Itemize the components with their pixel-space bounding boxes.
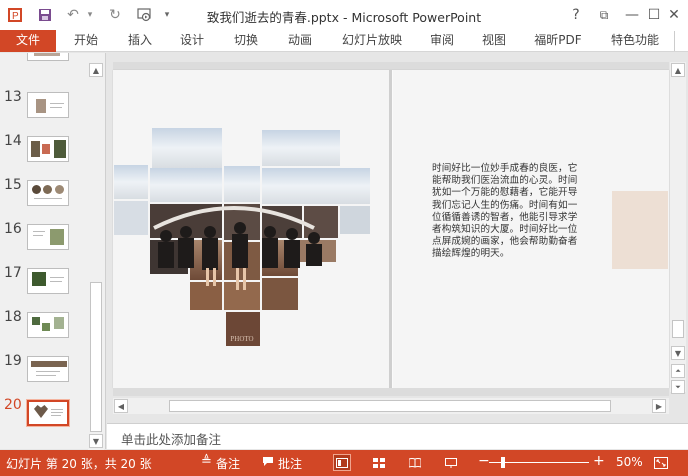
title-bar: P ↶ ▾ ↻ ▾ 致我们逝去的青春.pptx - Microsoft Powe… [0,0,688,30]
slide-number: 15 [4,177,22,193]
slide-thumbnail-18[interactable] [27,312,69,338]
slide-bottom-strip [113,388,669,396]
editor-hscroll-thumb[interactable] [169,400,611,412]
ribbon-tabs: 文件 开始 插入 设计 切换 动画 幻灯片放映 审阅 视图 福昕PDF 特色功能 [0,30,688,52]
save-icon[interactable] [32,0,58,30]
status-bar: 幻灯片 第 20 张，共 20 张 ≜ 备注 批注 − + 50% [0,450,688,476]
heart-photo-collage[interactable]: PHOTO [114,128,372,346]
editor-horizontal-scrollbar[interactable]: ◀ ▶ [113,398,669,414]
undo-dropdown-icon[interactable]: ▾ [84,0,96,30]
next-slide-icon[interactable]: ⏷ [671,380,685,394]
slide-sorter-view-icon[interactable] [370,454,388,471]
thumbnail-scrollbar[interactable]: ▲ ▼ [88,62,104,450]
scroll-up-icon[interactable]: ▲ [671,63,685,77]
tab-view[interactable]: 视图 [474,30,514,52]
slide-thumbnail-13[interactable] [27,92,69,118]
undo-icon[interactable]: ↶ [62,0,84,30]
slide-number: 17 [4,265,22,281]
tab-file[interactable]: 文件 [0,30,56,52]
help-icon[interactable]: ? [562,0,590,30]
fit-to-window-icon[interactable] [652,454,670,471]
tab-review[interactable]: 审阅 [422,30,462,52]
scroll-down-icon[interactable]: ▼ [89,434,103,448]
slide-number: 19 [4,353,22,369]
editor-vertical-scrollbar[interactable]: ▲ ▼ ⏶ ⏷ [670,62,686,394]
editor-vscroll-thumb[interactable] [672,320,684,338]
tab-transitions[interactable]: 切换 [226,30,266,52]
slide-number-active: 20 [4,397,22,413]
slide-thumbnail-partial[interactable] [27,53,69,61]
slide-body-text[interactable]: 时间好比一位妙手成春的良医，它能帮助我们医治流血的心灵。时间犹如一个万能的慰藉者… [432,163,584,261]
notes-icon[interactable]: ≜ [201,454,212,469]
tab-design[interactable]: 设计 [172,30,212,52]
slide-page-fold-highlight [392,70,393,388]
slide-number: 16 [4,221,22,237]
notes-placeholder[interactable]: 单击此处添加备注 [121,429,221,448]
normal-view-icon[interactable] [333,454,351,471]
tab-insert[interactable]: 插入 [120,30,160,52]
close-icon[interactable]: ✕ [660,0,688,30]
scroll-left-icon[interactable]: ◀ [114,399,128,413]
slide-thumbnail-20[interactable] [26,399,70,427]
slide-thumbnail-17[interactable] [27,268,69,294]
powerpoint-logo-icon[interactable]: P [0,0,30,30]
tab-home[interactable]: 开始 [66,30,106,52]
scroll-down-icon[interactable]: ▼ [671,346,685,360]
notes-pane[interactable]: 单击此处添加备注 [107,423,688,449]
redo-icon[interactable]: ↻ [104,0,126,30]
zoom-level[interactable]: 50% [616,455,643,469]
svg-text:P: P [12,11,19,22]
zoom-slider-thumb[interactable] [501,457,505,468]
scroll-up-icon[interactable]: ▲ [89,63,103,77]
notes-toggle-button[interactable]: 备注 [216,455,240,472]
reading-view-icon[interactable] [406,454,424,471]
comments-icon[interactable] [262,456,274,470]
thumbnail-scroll-thumb[interactable] [90,282,102,432]
slide-thumbnail-14[interactable] [27,136,69,162]
tab-features[interactable]: 特色功能 [604,30,666,52]
slideshow-view-icon[interactable] [442,454,460,471]
photo-caption: PHOTO [230,335,253,343]
slide-number: 13 [4,89,22,105]
window-title: 致我们逝去的青春.pptx - Microsoft PowerPoint [206,10,482,25]
ribbon-divider [674,31,686,51]
decorative-pink-box[interactable] [612,191,668,269]
slide-number: 14 [4,133,22,149]
slide-top-strip [113,62,669,70]
slide-thumbnail-19[interactable] [27,356,69,382]
slide-count-status: 幻灯片 第 20 张，共 20 张 [6,457,152,471]
zoom-out-button[interactable]: − [478,453,490,469]
tab-animations[interactable]: 动画 [280,30,320,52]
tab-foxit-pdf[interactable]: 福昕PDF [528,30,588,52]
slide-thumbnail-16[interactable] [27,224,69,250]
tab-slideshow[interactable]: 幻灯片放映 [336,30,408,52]
previous-slide-icon[interactable]: ⏶ [671,364,685,378]
scroll-right-icon[interactable]: ▶ [652,399,666,413]
slide-thumbnail-15[interactable] [27,180,69,206]
zoom-in-button[interactable]: + [593,453,605,469]
comments-toggle-button[interactable]: 批注 [278,455,302,472]
slide-number: 18 [4,309,22,325]
ribbon-display-options-icon[interactable]: ⧉ [590,0,618,30]
